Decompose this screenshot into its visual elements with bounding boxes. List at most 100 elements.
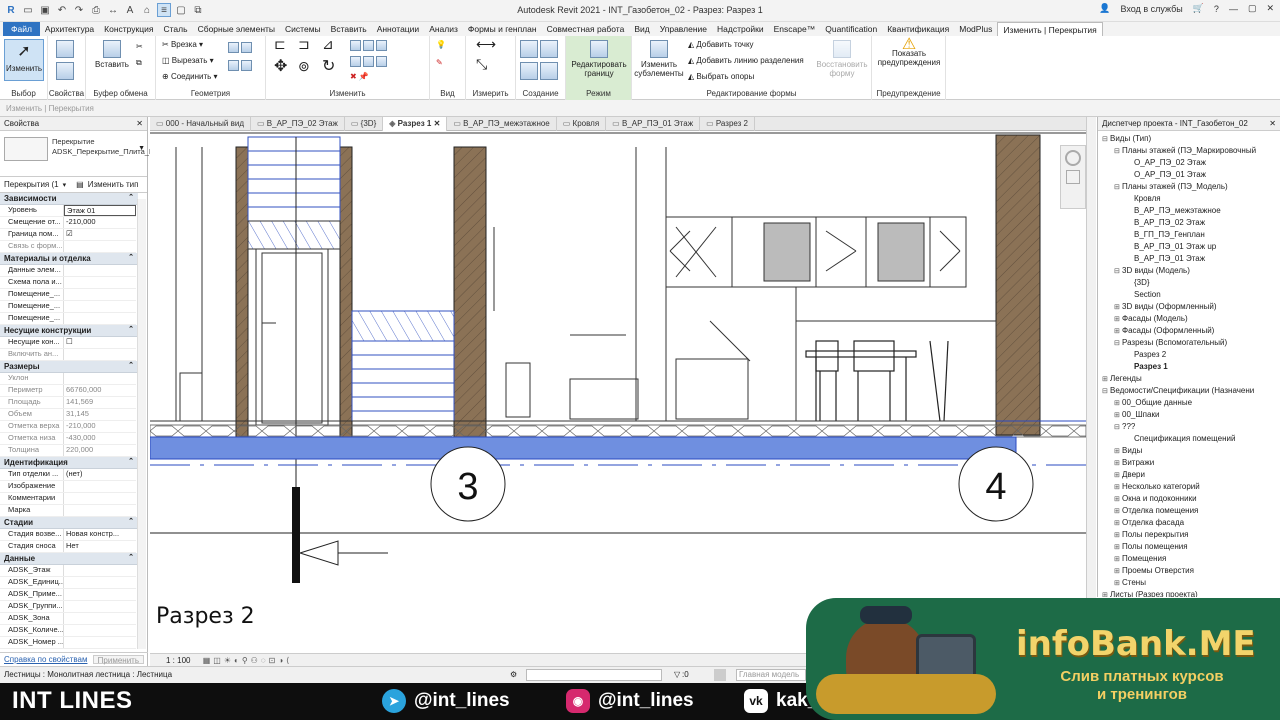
tree-item[interactable]: ⊞ Окна и подоконники	[1102, 493, 1280, 505]
properties-section-header[interactable]: Зависимости ⌃	[0, 193, 138, 205]
paste-button[interactable]: Вставить	[92, 40, 132, 69]
print-icon[interactable]: ⎙	[89, 3, 103, 17]
dimension-icon[interactable]: ⤡	[476, 57, 487, 71]
property-value[interactable]	[64, 577, 136, 588]
tree-item[interactable]: Разрез 2	[1102, 349, 1280, 361]
property-value[interactable]	[64, 265, 136, 276]
tree-item[interactable]: ⊟ Разрезы (Вспомогательный)	[1102, 337, 1280, 349]
tree-item[interactable]: В_АР_ПЭ_01 Этаж up	[1102, 241, 1280, 253]
property-value[interactable]: -210,000	[64, 217, 136, 228]
grid-bubble-3[interactable]: 3	[430, 446, 506, 522]
property-value[interactable]: ☑	[64, 229, 136, 240]
tree-item[interactable]: ⊞ Несколько категорий	[1102, 481, 1280, 493]
split-icon[interactable]	[350, 56, 388, 69]
mirror-icon[interactable]: ⊿	[322, 37, 334, 51]
apply-button[interactable]: Применить	[92, 655, 144, 665]
tree-item[interactable]: ⊟ Планы этажей (ПЭ_Маркировочный	[1102, 145, 1280, 157]
properties-button[interactable]	[56, 40, 74, 60]
user-icon[interactable]: 👤	[1099, 3, 1110, 14]
property-value[interactable]	[64, 625, 136, 636]
tree-item[interactable]: ⊟???	[1102, 421, 1280, 433]
cart-icon[interactable]: 🛒	[1193, 3, 1204, 14]
undo-icon[interactable]: ↶	[55, 3, 69, 17]
cut-icon[interactable]: ✂	[136, 42, 143, 51]
ribbon-tab-16[interactable]: Квантификация	[882, 22, 954, 36]
property-row[interactable]: Отметка низа -430,000	[0, 433, 136, 445]
property-row[interactable]: ADSK_Зона	[0, 613, 136, 625]
property-value[interactable]: 31,145	[64, 409, 136, 420]
properties-section-header[interactable]: Стадии ⌃	[0, 517, 138, 529]
create-assembly-icon[interactable]	[520, 40, 559, 60]
property-row[interactable]: Объем 31,145	[0, 409, 136, 421]
property-row[interactable]: Изображение	[0, 481, 136, 493]
view-tab[interactable]: ▭ В_АР_ПЭ_02 Этаж	[251, 117, 345, 131]
navigation-bar[interactable]	[1060, 145, 1086, 209]
thin-lines-icon[interactable]: ≡	[157, 3, 171, 17]
tree-item[interactable]: ⊞ Помещения	[1102, 553, 1280, 565]
grid-bubble-4[interactable]: 4	[958, 446, 1034, 522]
property-row[interactable]: Тип отделки ... (нет)	[0, 469, 136, 481]
maximize-icon[interactable]: ▢	[1248, 3, 1257, 14]
property-row[interactable]: Стадия возве... Новая констр...	[0, 529, 136, 541]
modify-subelements-button[interactable]: Изменить субэлементы	[634, 40, 684, 78]
close-browser-icon[interactable]: ✕	[1269, 119, 1276, 128]
rotate-icon[interactable]: ↻	[322, 59, 335, 75]
design-option-selector[interactable]: Главная модель	[736, 669, 806, 681]
tree-item[interactable]: В_ГП_ПЭ_Генплан	[1102, 229, 1280, 241]
edit-type-button[interactable]: Изменить тип	[88, 180, 139, 189]
property-value[interactable]: (нет)	[64, 469, 136, 480]
property-row[interactable]: Включить ан...	[0, 349, 136, 361]
offset-icon[interactable]: ⊐	[298, 37, 310, 51]
property-value[interactable]: 220,000	[64, 445, 136, 456]
tree-item[interactable]: В_АР_ПЭ_02 Этаж	[1102, 217, 1280, 229]
close-tab-icon[interactable]: ✕	[431, 119, 441, 128]
ribbon-tab-11[interactable]: Вид	[629, 22, 654, 36]
type-selector[interactable]: Перекрытие ADSK_Перекрытие_Плита_Бетон_2…	[0, 131, 186, 177]
property-row[interactable]: Уклон	[0, 373, 136, 385]
geometry-tools-icon[interactable]	[228, 42, 253, 55]
property-row[interactable]: Помещение_...	[0, 301, 136, 313]
ribbon-tab-18[interactable]: Изменить | Перекрытия	[997, 22, 1103, 36]
tree-item[interactable]: ⊞ Отделка фасада	[1102, 517, 1280, 529]
view-tab[interactable]: ▭ Разрез 2	[700, 117, 756, 131]
tree-item[interactable]: ⊞ 3D виды (Оформленный)	[1102, 301, 1280, 313]
property-value[interactable]: 66760,000	[64, 385, 136, 396]
ribbon-tab-9[interactable]: Формы и генплан	[463, 22, 542, 36]
switch-windows-icon[interactable]: ⧉	[191, 3, 205, 17]
property-row[interactable]: Отметка верха -210,000	[0, 421, 136, 433]
properties-section-header[interactable]: Идентификация ⌃	[0, 457, 138, 469]
tree-item[interactable]: ⊞ 00_Общие данные	[1102, 397, 1280, 409]
property-row[interactable]: Схема пола и...	[0, 277, 136, 289]
copy-element-icon[interactable]: ⊚	[298, 59, 310, 73]
property-value[interactable]	[64, 241, 136, 252]
worksets-icon[interactable]: ⚙	[510, 670, 517, 679]
cutout-button[interactable]: ◫ Вырезать ▾	[162, 56, 214, 65]
text-icon[interactable]: A	[123, 3, 137, 17]
collapse-icon[interactable]: ⌃	[128, 361, 134, 369]
3d-view-icon[interactable]: ⌂	[140, 3, 154, 17]
pick-supports-button[interactable]: ◭ Выбрать опоры	[688, 72, 754, 81]
properties-section-header[interactable]: Материалы и отделка ⌃	[0, 253, 138, 265]
tree-item[interactable]: ⊞ Легенды	[1102, 373, 1280, 385]
tree-item[interactable]: ⊞ Фасады (Модель)	[1102, 313, 1280, 325]
collapse-icon[interactable]: ⌃	[128, 325, 134, 333]
property-value[interactable]	[64, 589, 136, 600]
property-value[interactable]	[64, 601, 136, 612]
property-value[interactable]: -210,000	[64, 421, 136, 432]
property-value[interactable]: Новая констр...	[64, 529, 136, 540]
vertical-scrollbar[interactable]	[1086, 117, 1096, 653]
property-row[interactable]: ADSK_Этаж	[0, 565, 136, 577]
create-parts-icon[interactable]	[520, 62, 559, 82]
tree-item[interactable]: ⊞ Виды	[1102, 445, 1280, 457]
tree-item[interactable]: Спецификация помещений	[1102, 433, 1280, 445]
property-value[interactable]	[64, 301, 136, 312]
open-icon[interactable]: ▭	[21, 3, 35, 17]
tree-item[interactable]: ⊞ Витражи	[1102, 457, 1280, 469]
ribbon-tab-3[interactable]: Сталь	[159, 22, 193, 36]
ribbon-tab-7[interactable]: Аннотации	[372, 22, 425, 36]
tree-item[interactable]: О_АР_ПЭ_02 Этаж	[1102, 157, 1280, 169]
tree-item[interactable]: В_АР_ПЭ_межэтажное	[1102, 205, 1280, 217]
close-properties-icon[interactable]: ✕	[136, 119, 143, 128]
expand-icon[interactable]: ⊞	[1102, 590, 1110, 597]
override-icon[interactable]: ✎	[436, 58, 443, 67]
